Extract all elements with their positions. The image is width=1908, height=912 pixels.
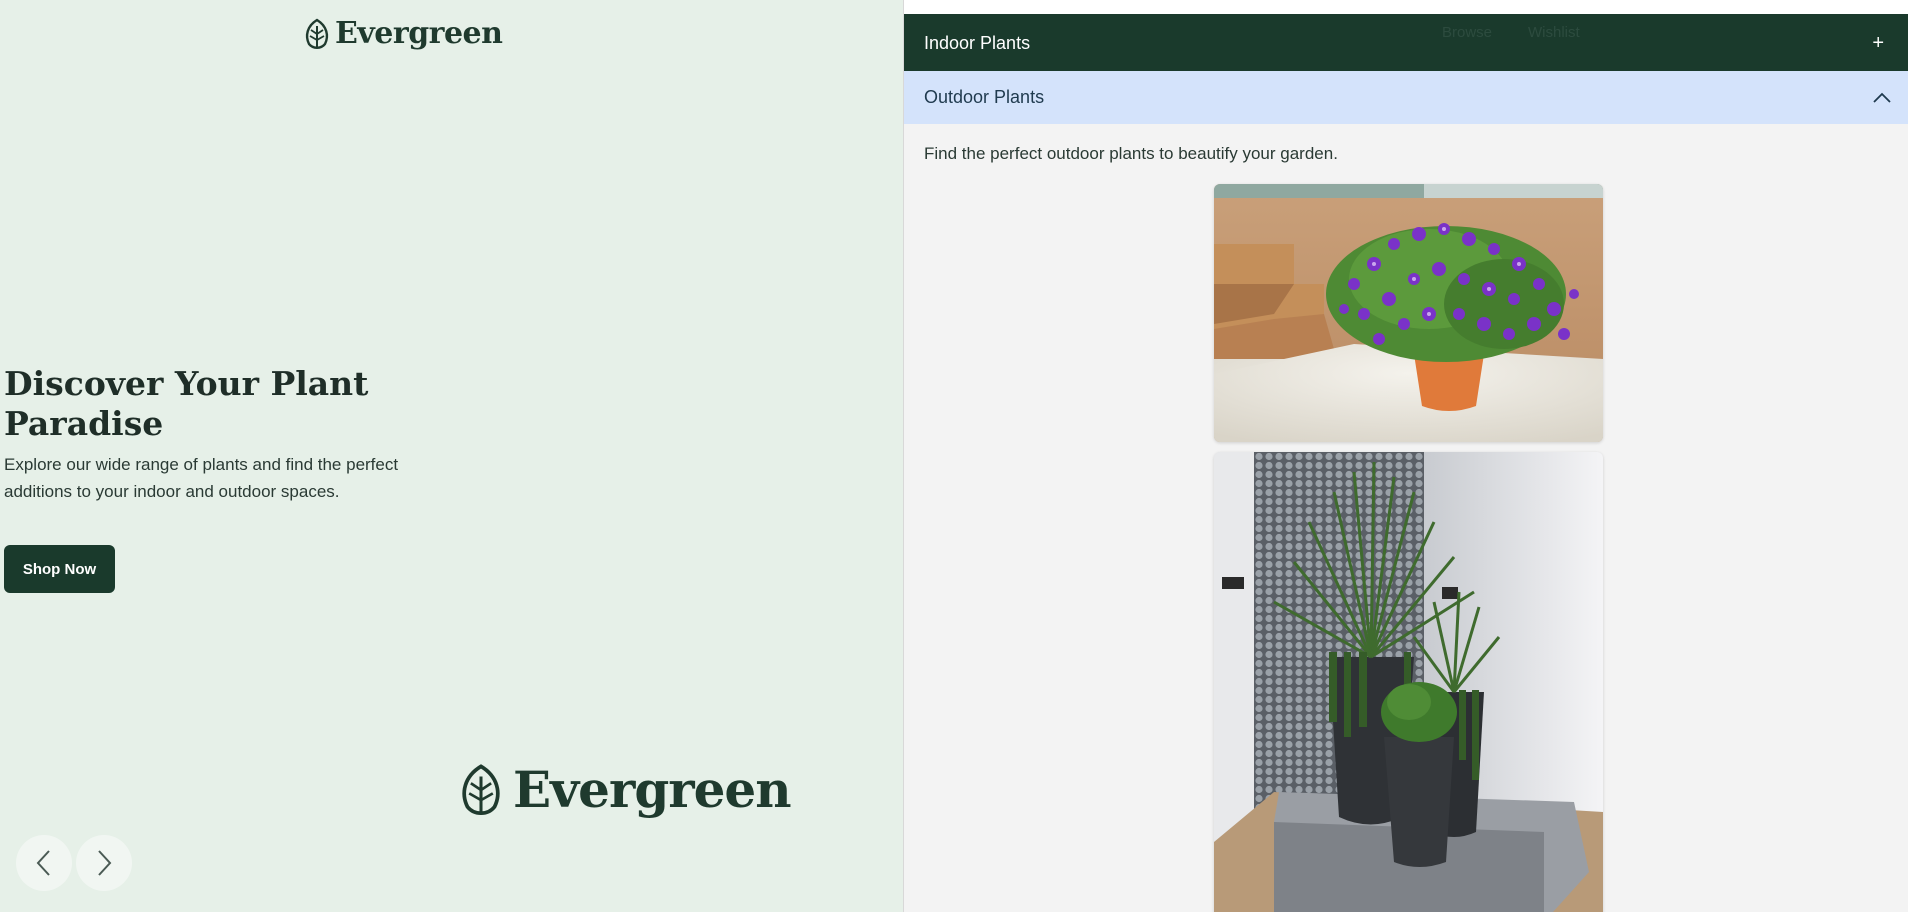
hero-slide-logo: Evergreen — [457, 760, 792, 819]
brand-name-large: Evergreen — [513, 760, 792, 819]
leaf-logo-icon — [462, 763, 500, 815]
brand-name: Evergreen — [335, 16, 503, 51]
nav-wishlist-link[interactable]: Wishlist — [1528, 24, 1580, 41]
hero-description: Explore our wide range of plants and fin… — [4, 455, 399, 501]
leaf-logo-icon — [305, 18, 329, 49]
chevron-up-icon — [1873, 92, 1891, 103]
accordion-outdoor-label: Outdoor Plants — [924, 87, 1045, 107]
accordion-indoor-plants[interactable]: Indoor Plants + — [904, 16, 1908, 71]
chevron-left-icon — [36, 850, 50, 876]
header-bar — [904, 0, 1908, 16]
hero-title: Discover Your Plant Paradise — [4, 364, 369, 443]
outdoor-plants-description: Find the perfect outdoor plants to beaut… — [924, 144, 1338, 163]
chevron-right-icon — [98, 850, 112, 876]
header-logo[interactable]: Evergreen — [303, 16, 503, 51]
planters-image — [1214, 452, 1603, 912]
petunia-pot-image — [1214, 184, 1603, 442]
accordion-indoor-label: Indoor Plants — [924, 33, 1031, 53]
carousel-prev-button[interactable] — [16, 835, 72, 891]
nav-browse-link[interactable]: Browse — [1442, 24, 1492, 41]
outdoor-plant-image-petunias[interactable] — [1214, 184, 1603, 442]
plus-icon: + — [1872, 32, 1884, 54]
shop-now-button[interactable]: Shop Now — [4, 545, 115, 593]
accordion-outdoor-plants[interactable]: Outdoor Plants — [904, 71, 1908, 124]
carousel-next-button[interactable] — [76, 835, 132, 891]
category-panel: Browse Wishlist Indoor Plants + Outdoor … — [903, 0, 1908, 912]
outdoor-plant-image-planters[interactable] — [1214, 452, 1603, 912]
hero-section: Evergreen Discover Your Plant Paradise E… — [0, 0, 903, 912]
